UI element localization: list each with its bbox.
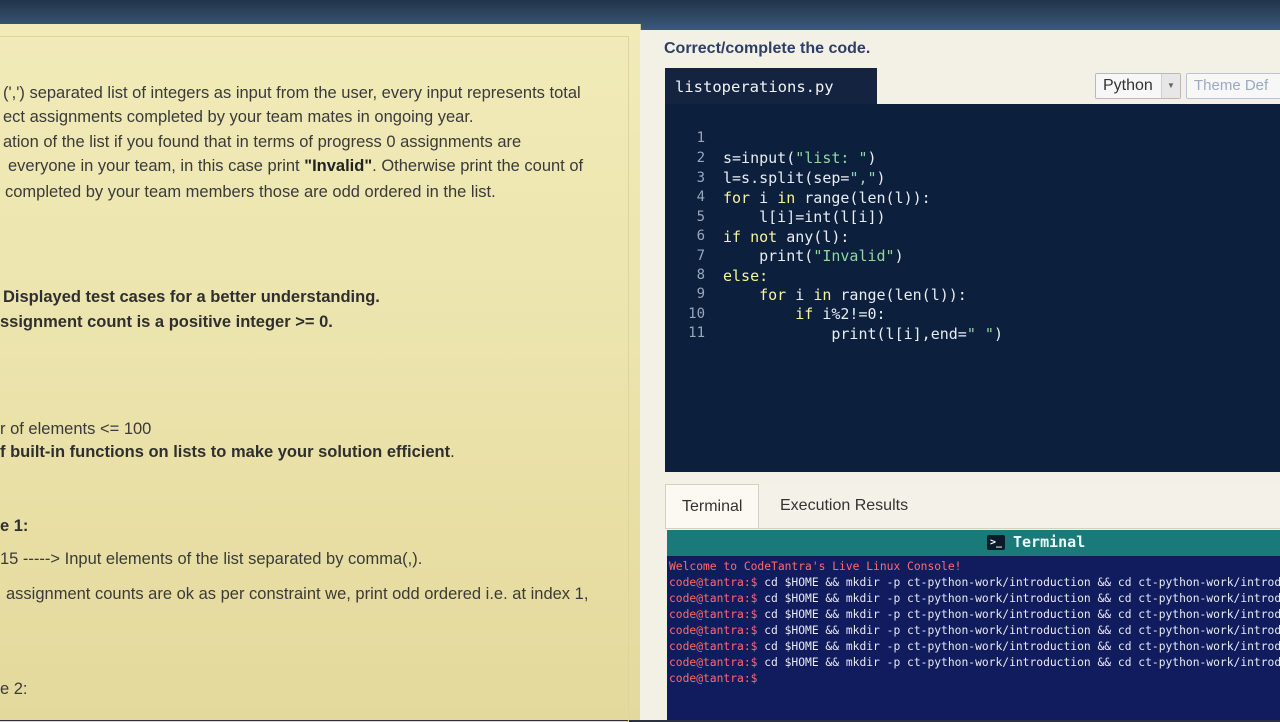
terminal-prompt: code@tantra:$ xyxy=(669,640,758,653)
code-line: 9 if i%2!=0: xyxy=(665,264,1280,323)
example-1-input: 15 -----> Input elements of the list sep… xyxy=(0,550,423,568)
terminal-prompt: code@tantra:$ xyxy=(669,576,758,589)
terminal-command-line: code@tantra:$ cd $HOME && mkdir -p ct-py… xyxy=(669,655,1280,671)
string-token: " " xyxy=(966,325,994,343)
problem-text-line-4: everyone in your team, in this case prin… xyxy=(8,157,583,176)
code-line: 3 for i in range(len(l)): xyxy=(665,148,1280,207)
terminal-command-line: code@tantra:$ cd $HOME && mkdir -p ct-py… xyxy=(669,607,1280,623)
terminal-prompt: code@tantra:$ xyxy=(669,672,758,685)
terminal-prompt: code@tantra:$ xyxy=(669,592,758,605)
builtin-functions-period: . xyxy=(450,443,455,461)
terminal-prompt-line: code@tantra:$ xyxy=(669,671,757,687)
tab-execution-results[interactable]: Execution Results xyxy=(764,484,924,528)
language-select[interactable]: Python ▼ xyxy=(1095,73,1181,99)
chevron-down-icon[interactable]: ▼ xyxy=(1161,74,1180,98)
problem-text-line-4-start: everyone in your team, in this case prin… xyxy=(8,157,300,175)
language-select-value: Python xyxy=(1103,77,1153,94)
code-line: 6 print("Invalid") xyxy=(665,206,1280,265)
file-tab[interactable]: listoperations.py xyxy=(665,68,877,106)
terminal-title: >_ Terminal xyxy=(987,533,1085,551)
problem-text-line-5: completed by your team members those are… xyxy=(5,183,496,201)
code-token: print(l[i],end= xyxy=(723,325,967,343)
terminal-command-line: code@tantra:$ cd $HOME && mkdir -p ct-py… xyxy=(669,575,1280,591)
problem-text-line-4-end: . Otherwise print the count of xyxy=(372,157,584,175)
problem-description-panel xyxy=(0,24,641,722)
terminal-console[interactable]: >_ Terminal Welcome to CodeTantra's Live … xyxy=(667,530,1280,720)
terminal-command: cd $HOME && mkdir -p ct-python-work/intr… xyxy=(757,656,1280,669)
code-line: 7 else: xyxy=(665,226,1280,285)
note-constraint: ssignment count is a positive integer >=… xyxy=(0,313,333,331)
terminal-prompt: code@tantra:$ xyxy=(669,624,758,637)
code-instruction: Correct/complete the code. xyxy=(664,40,871,57)
terminal-command-line: code@tantra:$ cd $HOME && mkdir -p ct-py… xyxy=(669,623,1280,639)
terminal-command-line: code@tantra:$ cd $HOME && mkdir -p ct-py… xyxy=(669,591,1280,607)
code-line: 11 xyxy=(665,303,1280,341)
terminal-icon: >_ xyxy=(987,535,1005,550)
code-line: 5 if not any(l): xyxy=(665,187,1280,246)
terminal-command: cd $HOME && mkdir -p ct-python-work/intr… xyxy=(757,624,1280,637)
terminal-prompt: code@tantra:$ xyxy=(669,608,758,621)
line-number: 11 xyxy=(688,325,705,341)
terminal-command: cd $HOME && mkdir -p ct-python-work/intr… xyxy=(757,592,1280,605)
problem-text-line-2: ect assignments completed by your team m… xyxy=(3,108,474,126)
builtin-functions-text: f built-in functions on lists to make yo… xyxy=(0,443,451,461)
theme-select[interactable]: Theme Def xyxy=(1186,73,1280,99)
output-tabs: Terminal Execution Results xyxy=(665,484,1280,529)
invalid-keyword: "Invalid" xyxy=(304,157,373,175)
code-editor[interactable]: 1 s=input("list: ") 2 l=s.split(sep=",")… xyxy=(665,104,1280,472)
code-line: 8 for i in range(len(l)): xyxy=(665,245,1280,304)
problem-text-line-1: (',') separated list of integers as inpu… xyxy=(3,84,581,102)
terminal-title-text: Terminal xyxy=(1013,533,1086,551)
example-1-explanation: assignment counts are ok as per constrai… xyxy=(6,585,589,603)
code-line: 10 print(l[i],end=" ") xyxy=(665,284,1280,343)
problem-text-line-3: ation of the list if you found that in t… xyxy=(3,133,522,151)
constraint-elements: r of elements <= 100 xyxy=(0,420,152,438)
code-text: print(l[i],end=" ") xyxy=(723,324,1003,344)
example-1-heading: e 1: xyxy=(0,517,29,535)
code-line: 1 s=input("list: ") xyxy=(665,108,1280,167)
terminal-welcome: Welcome to CodeTantra's Live Linux Conso… xyxy=(669,560,962,573)
terminal-command-line: code@tantra:$ cd $HOME && mkdir -p ct-py… xyxy=(669,639,1280,655)
builtin-functions-hint: f built-in functions on lists to make yo… xyxy=(0,443,455,462)
code-token: ) xyxy=(993,325,1003,343)
terminal-command: cd $HOME && mkdir -p ct-python-work/intr… xyxy=(757,640,1280,653)
example-2-heading: e 2: xyxy=(0,680,28,698)
terminal-command: cd $HOME && mkdir -p ct-python-work/intr… xyxy=(757,608,1280,621)
terminal-prompt: code@tantra:$ xyxy=(669,656,758,669)
tab-terminal[interactable]: Terminal xyxy=(665,484,760,528)
terminal-header: >_ Terminal xyxy=(667,530,1280,556)
code-line: 4 l[i]=int(l[i]) xyxy=(665,167,1280,226)
code-line: 2 l=s.split(sep=",") xyxy=(665,128,1280,187)
terminal-command: cd $HOME && mkdir -p ct-python-work/intr… xyxy=(757,576,1280,589)
note-test-cases: Displayed test cases for a better unders… xyxy=(3,288,380,306)
